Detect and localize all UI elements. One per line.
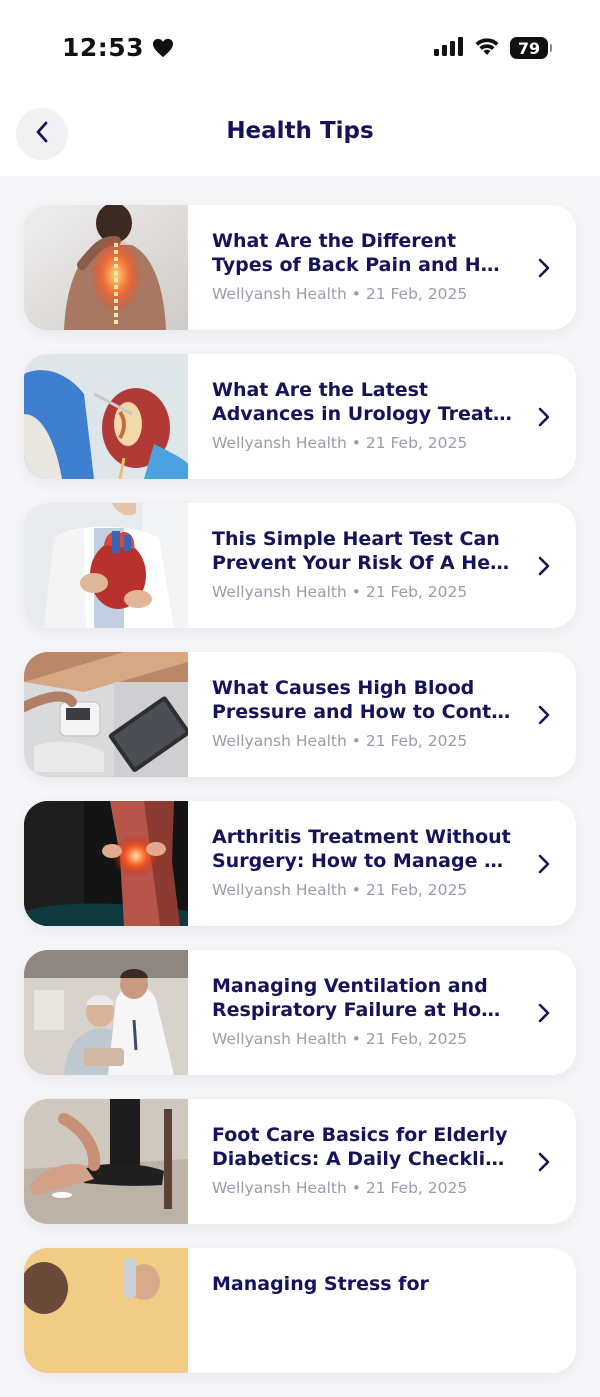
article-content: Managing Ventilation and Respiratory Fai… [188,950,576,1075]
article-meta: Wellyansh Health • 21 Feb, 2025 [212,434,576,452]
article-meta: Wellyansh Health • 21 Feb, 2025 [212,881,576,899]
chevron-right-icon [534,852,554,876]
heart-icon [152,38,174,58]
article-title-line: Managing Stress for [212,1273,429,1295]
article-date: 21 Feb, 2025 [365,285,468,303]
article-title-line: Surgery: How to Manage C… [212,850,512,872]
article-title-line: This Simple Heart Test Can [212,528,500,550]
list-item[interactable]: This Simple Heart Test Can Prevent Your … [24,503,576,628]
article-date: 21 Feb, 2025 [365,583,468,601]
article-author: Wellyansh Health [212,1179,347,1197]
article-title: This Simple Heart Test Can Prevent Your … [212,527,512,575]
article-title-line: Arthritis Treatment Without [212,826,511,848]
article-thumbnail [24,205,188,330]
meta-separator: • [351,434,361,452]
list-item[interactable]: Managing Stress for [24,1248,576,1373]
meta-separator: • [351,1179,361,1197]
meta-separator: • [351,583,361,601]
article-content: What Causes High Blood Pressure and How … [188,652,576,777]
health-tips-list: What Are the Different Types of Back Pai… [24,205,576,1397]
article-author: Wellyansh Health [212,583,347,601]
article-title: Managing Ventilation and Respiratory Fai… [212,974,512,1022]
chevron-right-icon [534,256,554,280]
article-title-line: Advances in Urology Treat… [212,403,512,425]
article-date: 21 Feb, 2025 [365,1179,468,1197]
article-title-line: Managing Ventilation and [212,975,488,997]
article-author: Wellyansh Health [212,881,347,899]
chevron-right-icon [534,554,554,578]
article-title-line: What Causes High Blood [212,677,475,699]
article-content: This Simple Heart Test Can Prevent Your … [188,503,576,628]
signal-icon [434,36,464,60]
article-title: Foot Care Basics for Elderly Diabetics: … [212,1123,512,1171]
list-item[interactable]: What Causes High Blood Pressure and How … [24,652,576,777]
list-item[interactable]: Foot Care Basics for Elderly Diabetics: … [24,1099,576,1224]
article-title-line: What Are the Latest [212,379,428,401]
article-thumbnail [24,652,188,777]
article-thumbnail [24,354,188,479]
article-author: Wellyansh Health [212,1030,347,1048]
list-item[interactable]: Managing Ventilation and Respiratory Fai… [24,950,576,1075]
article-meta: Wellyansh Health • 21 Feb, 2025 [212,732,576,750]
article-author: Wellyansh Health [212,732,347,750]
article-author: Wellyansh Health [212,285,347,303]
article-thumbnail [24,1099,188,1224]
list-item[interactable]: Arthritis Treatment Without Surgery: How… [24,801,576,926]
article-meta: Wellyansh Health • 21 Feb, 2025 [212,1030,576,1048]
article-title-line: Diabetics: A Daily Checklis… [212,1148,512,1170]
article-date: 21 Feb, 2025 [365,881,468,899]
article-meta: Wellyansh Health • 21 Feb, 2025 [212,285,576,303]
article-thumbnail [24,1248,188,1373]
article-date: 21 Feb, 2025 [365,1030,468,1048]
chevron-right-icon [534,1150,554,1174]
article-thumbnail [24,503,188,628]
status-indicators: 79 [434,36,552,60]
article-title: What Are the Different Types of Back Pai… [212,229,512,277]
article-title-line: What Are the Different [212,230,457,252]
article-title-line: Pressure and How to Contr… [212,701,512,723]
meta-separator: • [351,1030,361,1048]
article-title: Managing Stress for [212,1272,512,1320]
article-content: Foot Care Basics for Elderly Diabetics: … [188,1099,576,1224]
article-author: Wellyansh Health [212,434,347,452]
top-bar: 12:53 79 Health Tips [0,0,600,176]
status-time: 12:53 [62,33,174,62]
wifi-icon [474,36,500,60]
chevron-right-icon [534,405,554,429]
article-date: 21 Feb, 2025 [365,434,468,452]
meta-separator: • [351,285,361,303]
article-content: Arthritis Treatment Without Surgery: How… [188,801,576,926]
article-thumbnail [24,801,188,926]
list-item[interactable]: What Are the Latest Advances in Urology … [24,354,576,479]
article-title: Arthritis Treatment Without Surgery: How… [212,825,512,873]
article-content: Managing Stress for [188,1248,576,1373]
meta-separator: • [351,732,361,750]
chevron-right-icon [534,1001,554,1025]
article-content: What Are the Different Types of Back Pai… [188,205,576,330]
article-content: What Are the Latest Advances in Urology … [188,354,576,479]
battery-indicator: 79 [510,37,552,59]
article-title-line: Types of Back Pain and Ho… [212,254,512,276]
time-text: 12:53 [62,33,145,62]
article-title-line: Respiratory Failure at Hom… [212,999,512,1021]
article-thumbnail [24,950,188,1075]
article-meta: Wellyansh Health • 21 Feb, 2025 [212,583,576,601]
meta-separator: • [351,881,361,899]
article-meta: Wellyansh Health • 21 Feb, 2025 [212,1179,576,1197]
article-title-line: Prevent Your Risk Of A Hea… [212,552,512,574]
article-title-line: Foot Care Basics for Elderly [212,1124,508,1146]
chevron-right-icon [534,703,554,727]
article-title: What Are the Latest Advances in Urology … [212,378,512,426]
list-item[interactable]: What Are the Different Types of Back Pai… [24,205,576,330]
article-title: What Causes High Blood Pressure and How … [212,676,512,724]
article-date: 21 Feb, 2025 [365,732,468,750]
page-title: Health Tips [226,118,374,144]
